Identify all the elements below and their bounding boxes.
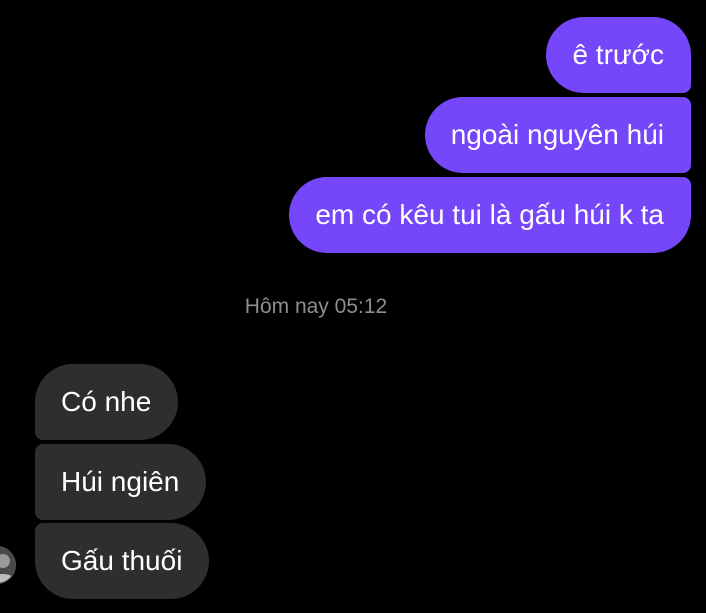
- outgoing-message[interactable]: ê trước: [546, 17, 691, 93]
- incoming-message[interactable]: Có nhe: [35, 364, 179, 440]
- contact-avatar-icon[interactable]: [0, 546, 16, 584]
- message-timestamp: Hôm nay 05:12: [244, 295, 388, 318]
- incoming-message[interactable]: Húi ngiên: [35, 444, 207, 520]
- outgoing-message[interactable]: ngoài nguyên húi: [424, 97, 691, 173]
- incoming-message[interactable]: Gấu thuối: [35, 523, 210, 599]
- outgoing-message[interactable]: em có kêu tui là gấu húi k ta: [289, 177, 691, 253]
